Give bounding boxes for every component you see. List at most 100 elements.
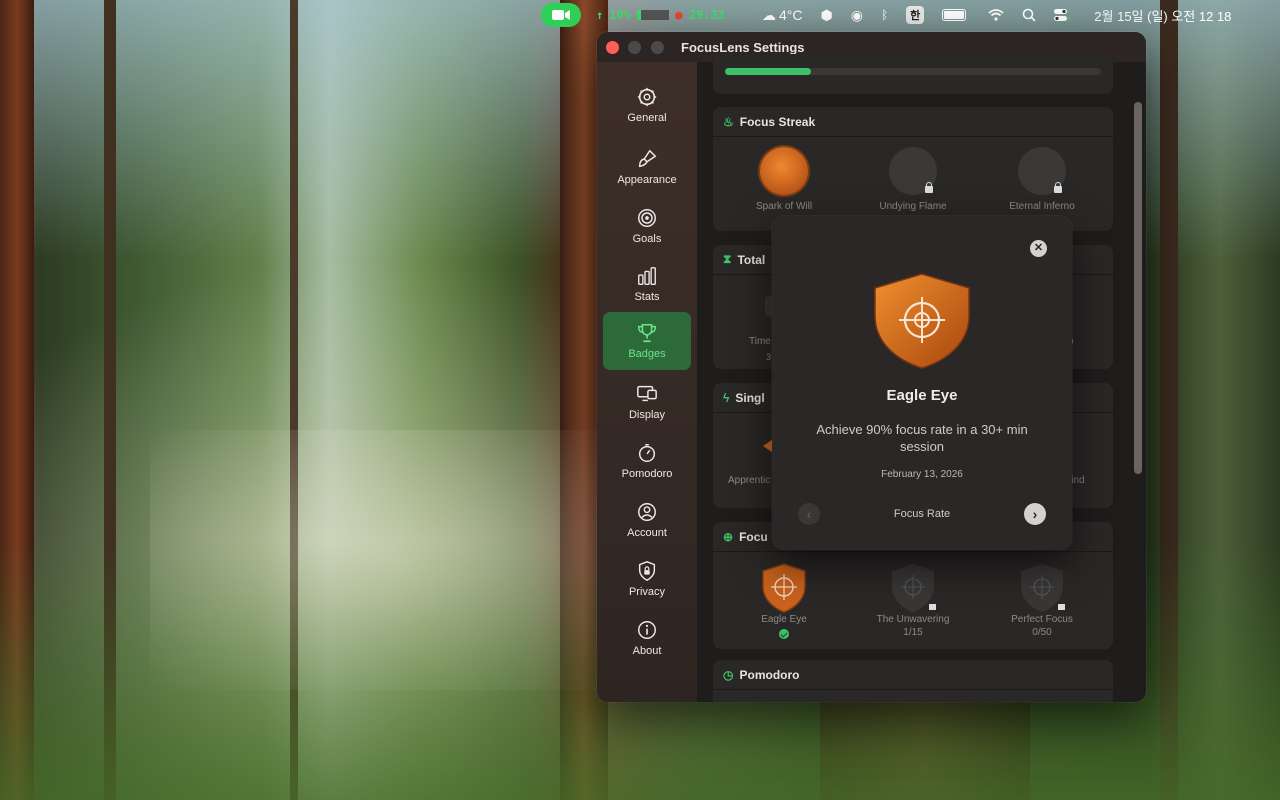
- sidebar-item-label: Badges: [628, 348, 666, 360]
- sidebar-item-label: Appearance: [617, 174, 677, 186]
- badge-spark-of-will[interactable]: Spark of Will: [719, 147, 849, 212]
- lock-icon: [1054, 182, 1062, 193]
- weather-menu[interactable]: ☁ 4°C: [762, 7, 803, 24]
- shield-crosshair-icon: [874, 273, 970, 369]
- badge-eternal-inferno[interactable]: Eternal Inferno: [977, 147, 1107, 212]
- badge-perfect-focus[interactable]: Perfect Focus 0/50: [977, 562, 1107, 638]
- bluetooth-icon[interactable]: ᛒ: [881, 8, 888, 22]
- sidebar-item-display[interactable]: Display: [603, 373, 691, 431]
- minimize-window-button[interactable]: [628, 41, 641, 54]
- shield-crosshair-icon: [762, 563, 806, 613]
- tomato-icon: ●: [674, 7, 683, 23]
- badge-earned-date: February 13, 2026: [881, 469, 963, 480]
- pomodoro-card: ◷ Pomodoro: [713, 660, 1113, 702]
- sidebar-item-badges[interactable]: Badges: [603, 312, 691, 370]
- flame-badge-icon: [889, 147, 937, 195]
- user-circle-icon[interactable]: ◉: [851, 7, 863, 24]
- badge-progress: 1/15: [903, 627, 923, 638]
- card-header: ◷ Pomodoro: [713, 660, 1113, 690]
- card-title: Focu: [739, 529, 768, 544]
- badge-the-unwavering[interactable]: The Unwavering 1/15: [848, 562, 978, 638]
- sidebar-item-label: Privacy: [628, 586, 666, 598]
- badge-name: Perfect Focus: [1011, 614, 1073, 625]
- focus-streak-card: ♨ Focus Streak Spark of Will Undying Fla…: [713, 107, 1113, 231]
- lock-icon: [925, 182, 933, 193]
- sidebar-item-general[interactable]: General: [603, 76, 691, 134]
- bar-chart-icon: [638, 267, 656, 285]
- sidebar-item-account[interactable]: Account: [603, 491, 691, 549]
- input-source-indicator[interactable]: 한: [906, 6, 925, 24]
- weather-temp: 4°C: [779, 7, 803, 23]
- badge-eagle-eye[interactable]: Eagle Eye: [719, 562, 849, 639]
- display-icon: [637, 385, 657, 402]
- person-icon: [638, 503, 656, 521]
- card-title: Pomodoro: [739, 667, 800, 682]
- sidebar-item-appearance[interactable]: Appearance: [603, 138, 691, 196]
- flame-icon: ♨: [723, 114, 734, 129]
- shield-crosshair-icon: [1021, 564, 1065, 612]
- card-title: Focus Streak: [739, 114, 816, 129]
- control-center-icon[interactable]: [1054, 8, 1071, 22]
- close-window-button[interactable]: [606, 41, 619, 54]
- cpu-meter: [636, 10, 669, 20]
- next-badge-button[interactable]: ›: [1024, 503, 1046, 525]
- badge-title: Eagle Eye: [886, 387, 958, 404]
- lock-icon: [638, 561, 656, 581]
- flame-badge-icon: [1018, 147, 1066, 195]
- cloud-moon-icon: ☁: [762, 6, 776, 23]
- crosshair-icon: ⊕: [723, 529, 734, 544]
- info-icon: [638, 621, 656, 639]
- video-camera-icon[interactable]: [541, 3, 581, 27]
- flame-badge-icon: [760, 147, 808, 195]
- trophy-icon: [638, 323, 656, 343]
- window-title: FocusLens Settings: [681, 40, 805, 55]
- checkmark-icon: [779, 629, 789, 639]
- badge-name: The Unwavering: [876, 614, 950, 625]
- sidebar-item-label: Goals: [632, 233, 662, 245]
- focus-stats-menu[interactable]: ↑ 10% ● 29:33: [596, 0, 725, 30]
- progress-track: [725, 68, 1101, 75]
- badge-undying-flame[interactable]: Undying Flame: [848, 147, 978, 212]
- gear-icon: [637, 87, 657, 107]
- cube-icon[interactable]: ⬢: [821, 7, 833, 24]
- badge-name: Eagle Eye: [761, 614, 807, 625]
- sidebar-item-privacy[interactable]: Privacy: [603, 550, 691, 608]
- arrow-up-icon: ↑: [596, 8, 604, 22]
- menu-bar-clock[interactable]: 2월 15일 (일) 오전 12 18: [1094, 6, 1231, 25]
- search-icon[interactable]: [1022, 8, 1036, 22]
- badge-description: Achieve 90% focus rate in a 30+ min sess…: [816, 422, 1028, 454]
- sidebar-item-goals[interactable]: Goals: [603, 197, 691, 255]
- badge-name: Eternal Inferno: [1009, 201, 1075, 212]
- badge-detail-popover: ✕ Eagle Eye Achieve 90% focus rate in a …: [772, 216, 1072, 550]
- badge-name: Apprentic: [728, 475, 771, 486]
- sidebar-item-pomodoro[interactable]: Pomodoro: [603, 432, 691, 490]
- sidebar-item-label: About: [632, 645, 662, 657]
- badge-name: Time: [749, 336, 771, 347]
- close-icon[interactable]: ✕: [1030, 240, 1047, 257]
- focus-timer: 29:33: [688, 8, 725, 22]
- battery-icon[interactable]: [942, 9, 967, 21]
- sidebar-item-about[interactable]: About: [603, 609, 691, 667]
- sidebar-item-label: General: [627, 112, 667, 124]
- timer-icon: ◷: [723, 667, 734, 682]
- badge-progress: 3: [766, 352, 772, 362]
- timer-icon: [638, 444, 656, 462]
- bolt-icon: ϟ: [723, 390, 730, 405]
- menu-bar-status-items: ☁ 4°C ⬢ ◉ ᛒ 한 2월 15일 (일) 오전 12 18: [762, 0, 1231, 30]
- badge-name: Undying Flame: [879, 201, 947, 212]
- sidebar-item-label: Pomodoro: [621, 468, 673, 480]
- badge-name: Spark of Will: [755, 201, 813, 212]
- overall-progress-card: [713, 54, 1113, 94]
- hourglass-icon: ⧗: [723, 252, 732, 266]
- card-title: Total: [737, 252, 766, 267]
- shield-crosshair-icon: [892, 564, 936, 612]
- sidebar-item-stats[interactable]: Stats: [603, 255, 691, 313]
- card-title: Singl: [735, 390, 765, 405]
- paintbrush-icon: [638, 149, 657, 168]
- menu-bar: ↑ 10% ● 29:33 ☁ 4°C ⬢ ◉ ᛒ 한 2월 15일 (일) 오…: [0, 0, 1280, 30]
- scrollbar-thumb[interactable]: [1134, 102, 1142, 474]
- sidebar-item-label: Account: [627, 527, 667, 539]
- zoom-window-button[interactable]: [651, 41, 664, 54]
- badge-progress: 0/50: [1032, 627, 1052, 638]
- wifi-icon[interactable]: [988, 9, 1004, 21]
